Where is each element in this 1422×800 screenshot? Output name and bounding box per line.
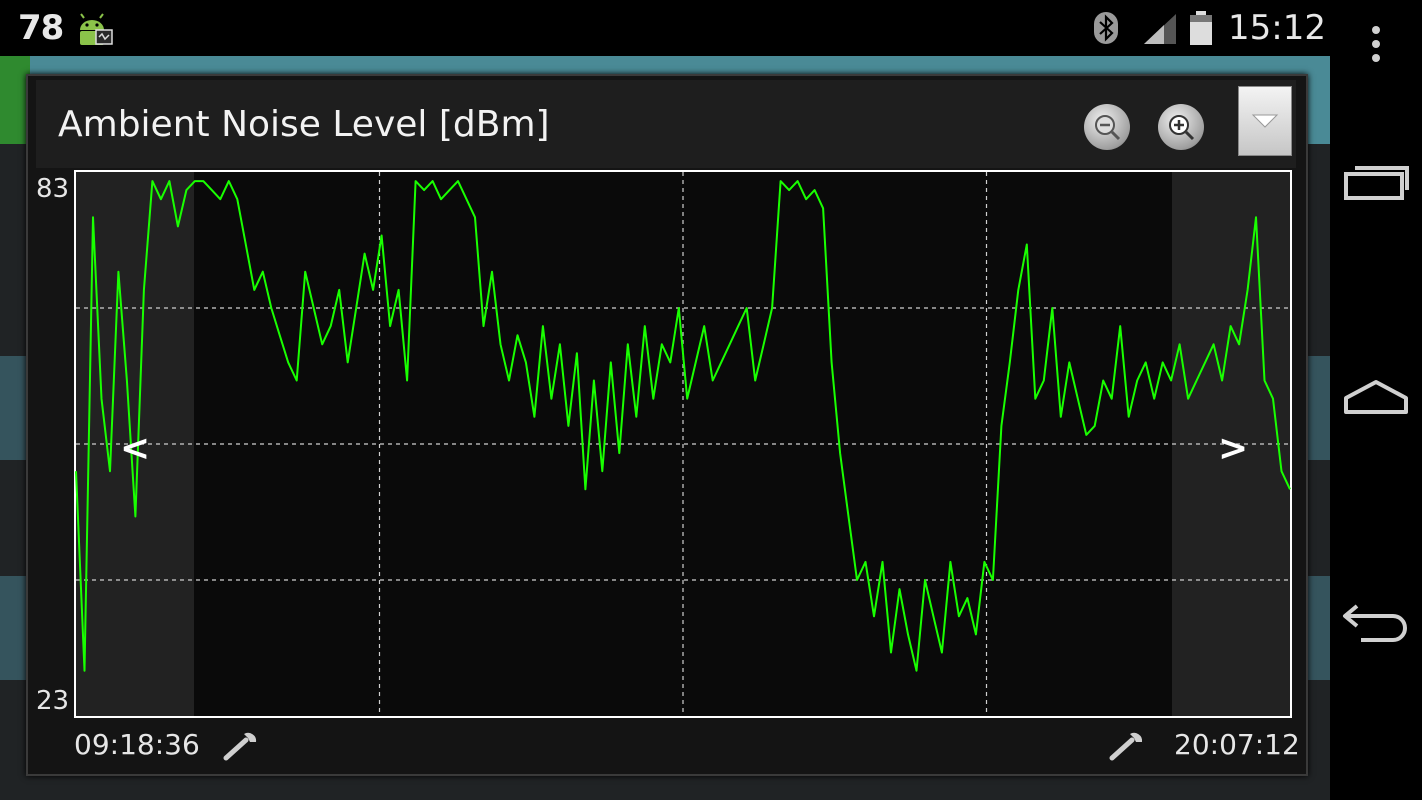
zoom-out-button[interactable]: [1084, 104, 1130, 150]
graph-dialog: Ambient Noise Level [dBm] 83 23 < > 09:1…: [26, 74, 1308, 776]
back-icon: [1343, 604, 1407, 642]
navigation-bar: [1330, 0, 1422, 800]
wrench-icon[interactable]: [222, 728, 260, 762]
signal-icon: [1144, 14, 1176, 44]
recent-apps-button[interactable]: [1340, 150, 1412, 210]
status-bar: 78 15:12: [0, 0, 1330, 56]
zoom-in-icon: [1169, 115, 1195, 141]
dialog-title-bar: Ambient Noise Level [dBm]: [36, 80, 1296, 168]
dropdown-button[interactable]: [1238, 86, 1292, 156]
home-button[interactable]: [1340, 366, 1412, 426]
zoom-in-button[interactable]: [1158, 104, 1204, 150]
bluetooth-icon: [1094, 12, 1118, 44]
home-icon: [1344, 380, 1408, 414]
overflow-menu-button[interactable]: [1340, 14, 1412, 74]
scroll-left-button[interactable]: <: [120, 428, 150, 469]
noise-level-chart[interactable]: [74, 170, 1292, 718]
back-button[interactable]: [1340, 590, 1412, 650]
recent-apps-icon: [1344, 166, 1409, 200]
dialog-title: Ambient Noise Level [dBm]: [58, 104, 550, 145]
dropdown-arrow-icon: [1251, 114, 1279, 128]
battery-icon: [1190, 11, 1212, 45]
more-vertical-icon: [1372, 26, 1380, 62]
y-axis-max-label: 83: [36, 174, 70, 204]
scroll-right-button[interactable]: >: [1218, 428, 1248, 469]
clock: 15:12: [1228, 8, 1326, 48]
time-end-label: 20:07:12: [1174, 728, 1300, 761]
android-debug-icon: [80, 13, 113, 45]
time-start-label: 09:18:36: [74, 728, 200, 761]
y-axis-min-label: 23: [36, 686, 70, 716]
zoom-out-icon: [1095, 115, 1121, 141]
wrench-icon[interactable]: [1108, 728, 1146, 762]
battery-level-text: 78: [18, 8, 64, 48]
